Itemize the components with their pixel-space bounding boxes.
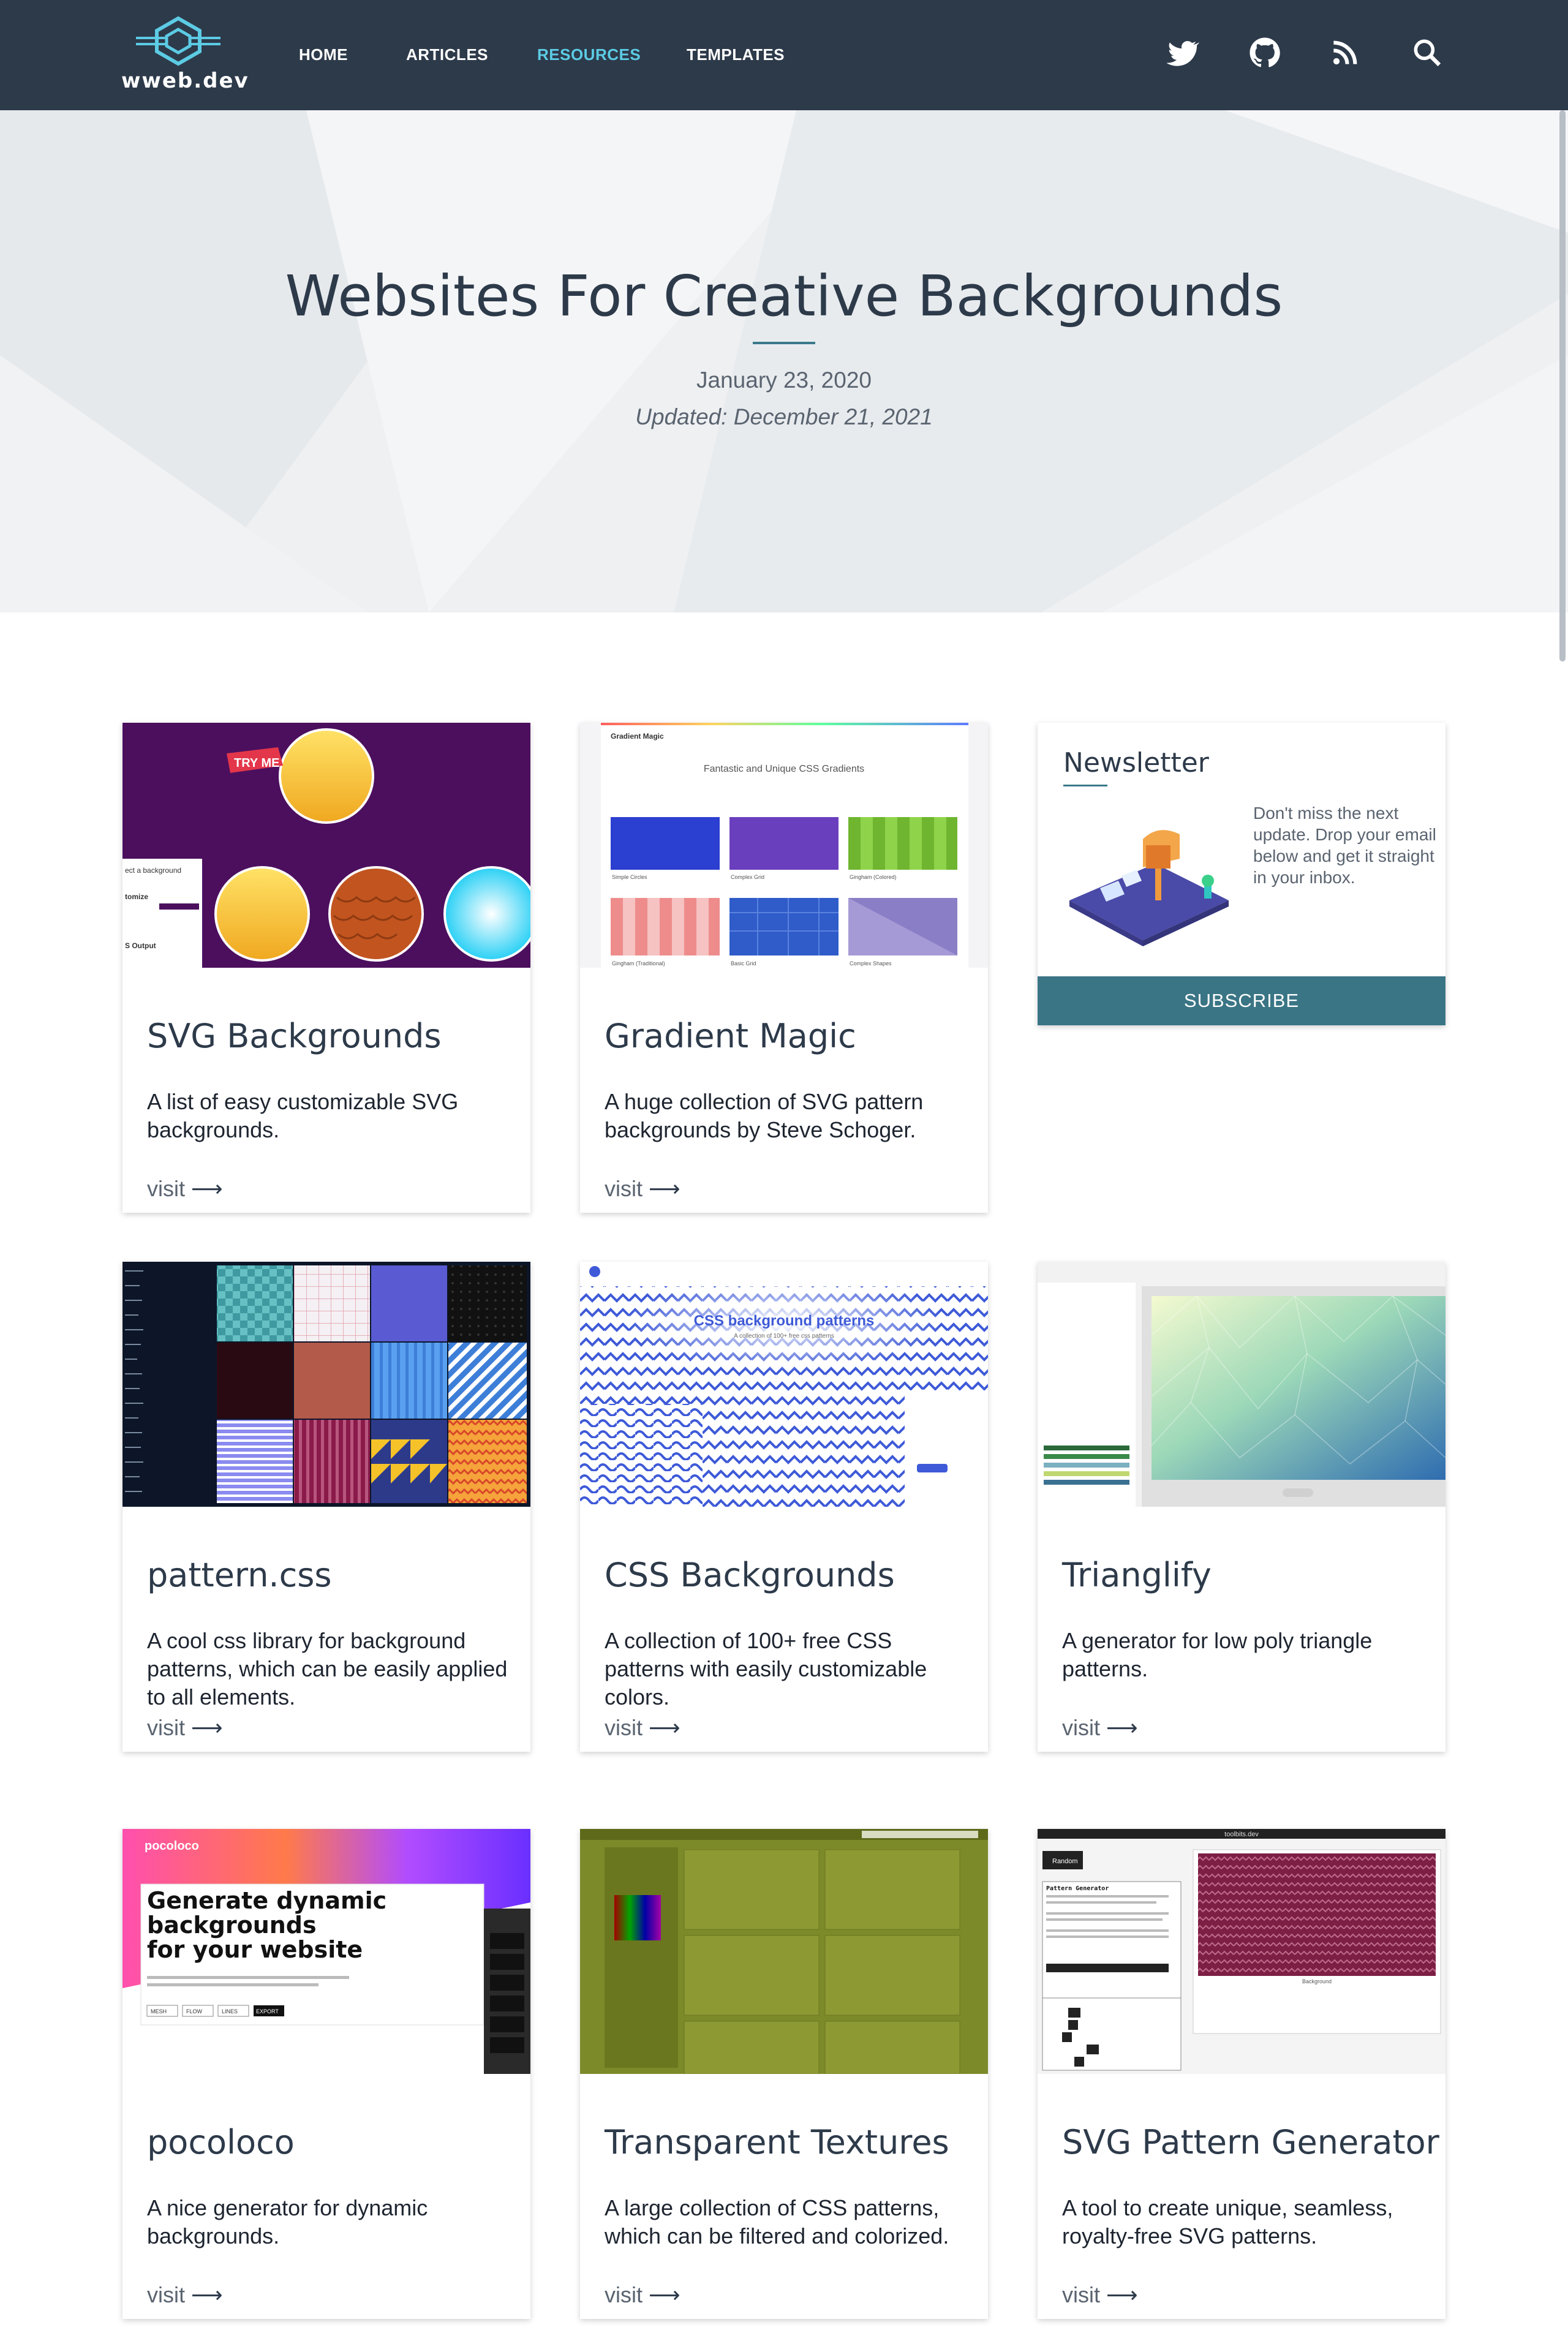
resource-card: TRY ME ect a background tomize S Output … (123, 723, 530, 1213)
scrollbar[interactable] (1559, 110, 1566, 662)
newsletter-widget: Newsletter Don't miss the next update. D… (1038, 723, 1446, 1025)
card-title[interactable]: pocoloco (147, 2123, 295, 2162)
resource-card: pattern.css A cool css library for backg… (123, 1262, 530, 1752)
card-title[interactable]: Trianglify (1062, 1556, 1212, 1594)
newsletter-underline (1063, 785, 1107, 786)
page-title: Websites For Creative Backgrounds (285, 263, 1283, 329)
card-thumbnail[interactable]: TRY ME ect a background tomize S Output (123, 723, 530, 968)
card-description: A nice generator for dynamic backgrounds… (147, 2195, 428, 2248)
updated-date: Updated: December 21, 2021 (635, 404, 933, 429)
twitter-icon[interactable] (1165, 36, 1200, 70)
nav-articles[interactable]: ARTICLES (406, 45, 488, 64)
logo-icon (136, 16, 221, 66)
logo-text: wweb.dev (121, 69, 249, 93)
card-title[interactable]: SVG Backgrounds (147, 1017, 442, 1055)
visit-link[interactable]: visit ⟶ (147, 2282, 223, 2308)
svg-text:tomize: tomize (125, 892, 148, 901)
rss-icon[interactable] (1328, 36, 1362, 70)
card-description: A cool css library for background patter… (147, 1628, 508, 1709)
card-thumbnail[interactable] (580, 1829, 988, 2074)
svg-text:S Output: S Output (125, 941, 156, 950)
card-description: A tool to create unique, seamless, royal… (1062, 2195, 1393, 2248)
card-title[interactable]: Gradient Magic (605, 1017, 856, 1055)
svg-text:LINES: LINES (222, 2008, 238, 2015)
svg-text:Gingham (Traditional): Gingham (Traditional) (612, 960, 665, 967)
card-thumbnail[interactable]: toolbits.dev Random Pattern Generator Ba… (1038, 1829, 1446, 2074)
svg-text:MESH: MESH (151, 2008, 167, 2015)
svg-text:Gingham (Colored): Gingham (Colored) (850, 874, 897, 880)
arrow-right-icon: ⟶ (191, 1716, 223, 1741)
card-title[interactable]: Transparent Textures (605, 2123, 949, 2162)
top-navbar: wweb.dev HOME ARTICLES RESOURCES TEMPLAT… (0, 0, 1568, 110)
svg-text:Complex Shapes: Complex Shapes (850, 960, 892, 967)
svg-text:Generate dynamic: Generate dynamic (147, 1887, 386, 1914)
card-thumbnail[interactable] (123, 1262, 530, 1507)
resource-card: Gradient Magic Fantastic and Unique CSS … (580, 723, 988, 1213)
svg-text:Background: Background (1302, 1978, 1332, 1985)
subscribe-button[interactable]: SUBSCRIBE (1038, 976, 1446, 1025)
svg-text:Fantastic and Unique CSS Gradi: Fantastic and Unique CSS Gradients (704, 764, 864, 774)
visit-link[interactable]: visit ⟶ (147, 1715, 223, 1741)
card-description: A collection of 100+ free CSS patterns w… (605, 1628, 927, 1709)
try-me-badge: TRY ME (234, 756, 279, 770)
svg-text:Complex Grid: Complex Grid (731, 874, 764, 880)
hero-section: Websites For Creative Backgrounds Januar… (0, 110, 1568, 612)
visit-link[interactable]: visit ⟶ (605, 1176, 680, 1202)
card-title[interactable]: SVG Pattern Generator (1062, 2123, 1439, 2162)
svg-text:ect a background: ect a background (125, 866, 181, 875)
card-thumbnail[interactable]: Gradient Magic Fantastic and Unique CSS … (580, 723, 988, 968)
visit-link[interactable]: visit ⟶ (1062, 2282, 1138, 2308)
arrow-right-icon: ⟶ (191, 1177, 223, 1202)
visit-link[interactable]: visit ⟶ (1062, 1715, 1138, 1741)
newsletter-text: Don't miss the next update. Drop your em… (1253, 804, 1436, 887)
publish-date: January 23, 2020 (696, 368, 872, 393)
resource-card: CSS background patterns A collection of … (580, 1262, 988, 1752)
hero-background-pattern (0, 110, 1568, 612)
card-thumbnail[interactable]: pocoloco Generate dynamic backgrounds fo… (123, 1829, 530, 2074)
svg-text:Pattern Generator: Pattern Generator (1046, 1885, 1109, 1892)
arrow-right-icon: ⟶ (649, 1716, 680, 1741)
svg-text:backgrounds: backgrounds (147, 1912, 317, 1939)
arrow-right-icon: ⟶ (649, 1177, 680, 1202)
card-title[interactable]: CSS Backgrounds (605, 1556, 895, 1594)
mailbox-illustration-icon (1069, 830, 1229, 946)
resource-card: Trianglify A generator for low poly tria… (1038, 1262, 1446, 1752)
resource-card: Transparent Textures A large collection … (580, 1829, 988, 2319)
svg-text:CSS background patterns: CSS background patterns (694, 1313, 875, 1329)
search-icon[interactable] (1410, 36, 1444, 70)
nav-resources[interactable]: RESOURCES (537, 45, 641, 64)
svg-text:Basic Grid: Basic Grid (731, 960, 756, 967)
resource-card: pocoloco Generate dynamic backgrounds fo… (123, 1829, 530, 2319)
svg-text:Gradient Magic: Gradient Magic (611, 732, 664, 741)
card-description: A generator for low poly triangle patter… (1062, 1628, 1373, 1681)
card-description: A large collection of CSS patterns, whic… (605, 2195, 949, 2248)
svg-text:A collection of 100+ free css: A collection of 100+ free css patterns (734, 1333, 834, 1340)
svg-text:for your website: for your website (147, 1936, 363, 1963)
arrow-right-icon: ⟶ (649, 2283, 680, 2308)
newsletter-title: Newsletter (1063, 747, 1209, 778)
github-icon[interactable] (1248, 36, 1282, 70)
resource-card: toolbits.dev Random Pattern Generator Ba… (1038, 1829, 1446, 2319)
visit-link[interactable]: visit ⟶ (605, 1715, 680, 1741)
site-logo[interactable]: wweb.dev (121, 16, 249, 94)
visit-link[interactable]: visit ⟶ (605, 2282, 680, 2308)
svg-text:EXPORT: EXPORT (256, 2008, 279, 2015)
svg-text:toolbits.dev: toolbits.dev (1224, 1831, 1259, 1838)
nav-templates[interactable]: TEMPLATES (687, 45, 785, 64)
arrow-right-icon: ⟶ (1106, 2283, 1138, 2308)
card-description: A huge collection of SVG pattern backgro… (605, 1089, 924, 1142)
title-underline (753, 342, 815, 344)
card-thumbnail[interactable]: CSS background patterns A collection of … (580, 1262, 988, 1507)
visit-link[interactable]: visit ⟶ (147, 1176, 223, 1202)
card-title[interactable]: pattern.css (147, 1556, 332, 1594)
svg-text:FLOW: FLOW (186, 2008, 203, 2015)
arrow-right-icon: ⟶ (191, 2283, 223, 2308)
svg-text:Simple Circles: Simple Circles (612, 874, 647, 880)
nav-home[interactable]: HOME (299, 45, 348, 64)
arrow-right-icon: ⟶ (1106, 1716, 1138, 1741)
svg-text:pocoloco: pocoloco (145, 1839, 199, 1853)
card-description: A list of easy customizable SVG backgrou… (147, 1089, 459, 1142)
svg-text:Random: Random (1052, 1858, 1078, 1865)
card-thumbnail[interactable] (1038, 1262, 1446, 1507)
